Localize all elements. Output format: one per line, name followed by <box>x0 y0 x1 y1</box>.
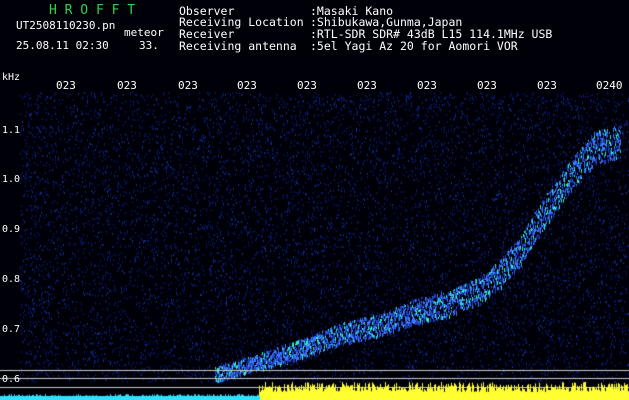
time-tick: 023 <box>178 79 198 92</box>
y-tick: 1.0 <box>2 174 21 185</box>
time-tick: 023 <box>477 79 497 92</box>
time-tick: 0240 <box>596 79 623 92</box>
event-tag: meteor <box>124 26 164 39</box>
antenna-value: :5el Yagi Az 20 for Aomori VOR <box>310 39 518 53</box>
time-tick: 023 <box>357 79 377 92</box>
time-tick: 023 <box>537 79 557 92</box>
time-tick: 023 <box>117 79 137 92</box>
echo-count: 33. <box>139 39 159 52</box>
time-tick: 023 <box>237 79 257 92</box>
file-name: UT2508110230.pn <box>16 19 116 32</box>
y-tick: 0.6 <box>2 374 21 385</box>
time-tick: 023 <box>56 79 76 92</box>
time-tick: 023 <box>417 79 437 92</box>
time-tick: 023 <box>297 79 317 92</box>
timestamp: 25.08.11 02:30 <box>16 39 109 52</box>
app-logo: H R O F F T <box>49 3 136 18</box>
y-tick: 1.1 <box>2 125 21 136</box>
spectrogram-canvas <box>0 0 629 400</box>
y-unit-label: kHz <box>2 72 21 83</box>
antenna-label: Receiving antenna <box>179 39 297 53</box>
y-tick: 0.8 <box>2 274 21 285</box>
spectrogram-screen: H R O F F T UT2508110230.pn meteor 25.08… <box>0 0 629 400</box>
y-tick: 0.7 <box>2 324 21 335</box>
y-tick: 0.9 <box>2 224 21 235</box>
